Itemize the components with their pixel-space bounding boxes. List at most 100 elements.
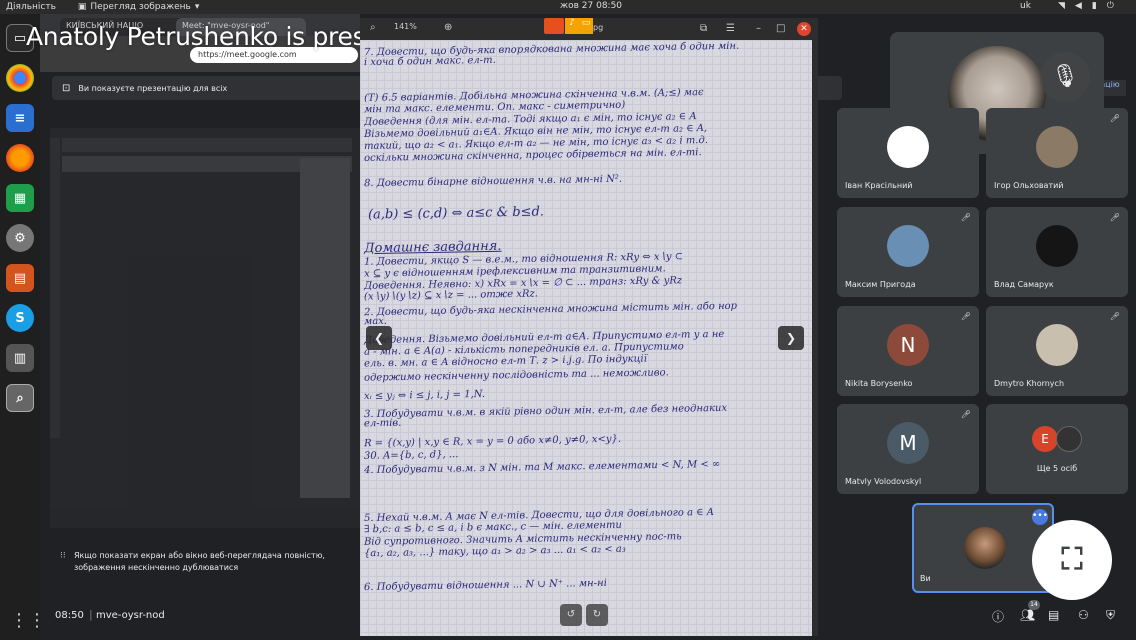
participant-name: Влад Самарук [994, 280, 1054, 289]
app-menu-label: Перегляд зображень [90, 2, 191, 12]
mic-off-icon[interactable]: 🎙︎ [1040, 52, 1090, 102]
meeting-bottom-bar: 08:50 | mve-oysr-nod ⓘ 👥︎ 14 ▤ ⚇ ⛨ [40, 600, 1136, 634]
mirror-image [300, 158, 350, 498]
people-count-badge: 14 [1028, 600, 1040, 610]
power-icon: ⏻ [1106, 1, 1114, 11]
next-image-button[interactable]: ❯ [778, 326, 804, 350]
handwritten-line: xᵢ ≤ yⱼ ⇔ i ≤ j, i, j = 1,N. [363, 388, 486, 403]
mic-off-icon: 🎤︎ [1109, 213, 1120, 222]
minimize-icon[interactable]: – [756, 23, 761, 34]
system-tray[interactable]: ◥ ◀ ▮ ⏻ [1058, 1, 1114, 11]
previous-image-button[interactable]: ❮ [366, 326, 392, 350]
volume-icon: ◀ [1074, 1, 1082, 11]
clock[interactable]: жов 27 08:50 [560, 1, 622, 11]
participant-name: Ігор Ольховатий [994, 181, 1064, 190]
participant-tile[interactable]: M 🎤︎ Matvly Volodovskyl [837, 404, 979, 494]
keyboard-layout[interactable]: uk [1020, 1, 1031, 11]
firefox-icon[interactable] [6, 144, 34, 172]
image-viewer-window: ⌕ 141% ⊕ ♪ ▭ pg ⧉ ☰ – □ ✕ 7. Довести, що… [360, 18, 818, 636]
avatar [1036, 126, 1078, 168]
separator: | [89, 608, 93, 621]
more-participants-label: Ще 5 осіб [1036, 464, 1078, 473]
meeting-code: mve-oysr-nod [96, 610, 165, 621]
share-notice-text: Якщо показати екран або вікно веб-перегл… [74, 551, 325, 572]
participant-name: Максим Пригода [845, 280, 916, 289]
app-menu[interactable]: ▣ Перегляд зображень ▾ [78, 2, 199, 12]
chat-icon[interactable]: ▤ [1048, 608, 1059, 622]
zoom-level[interactable]: 141% [394, 22, 417, 31]
writer-icon[interactable]: ≡ [6, 104, 34, 132]
chrome-icon[interactable] [6, 64, 34, 92]
mic-off-icon: 🎤︎ [1109, 114, 1120, 123]
activities-icon[interactable]: ⚇ [1078, 608, 1089, 622]
participant-tile[interactable]: 🎤︎ Максим Пригода [837, 207, 979, 297]
avatar [1056, 426, 1082, 452]
participant-tile[interactable]: N 🎤︎ Nikita Borysenko [837, 306, 979, 396]
exit-fullscreen-icon[interactable]: ⛶ [1032, 520, 1112, 600]
firefox-share-icon [544, 18, 564, 34]
zoom-in-icon[interactable]: ⊕ [444, 22, 452, 33]
avatar [887, 126, 929, 168]
participant-name: Іван Красільний [845, 181, 913, 190]
dock: ▭ ≡ ▦ ⚙ ▤ S ▥ ⌕ ⋮⋮ [0, 14, 46, 640]
microphone-share-icon: ♪ [565, 18, 579, 34]
banner-text: Ви показуєте презентацію для всіх [78, 83, 228, 93]
participant-name: Matvly Volodovskyl [845, 477, 922, 486]
meeting-time: 08:50 [55, 610, 84, 621]
document-viewer-icon[interactable]: ▥ [6, 344, 34, 372]
activities-button[interactable]: Діяльність [6, 2, 56, 12]
mic-off-icon: 🎤︎ [960, 213, 971, 222]
search-icon[interactable]: ⌕ [370, 22, 376, 33]
participant-tile[interactable]: Іван Красільний [837, 108, 979, 198]
viewer-header: ⌕ 141% ⊕ ♪ ▭ pg ⧉ ☰ – □ ✕ [360, 18, 818, 40]
participant-tile[interactable]: 🎤︎ Влад Самарук [986, 207, 1128, 297]
avatar [1036, 324, 1078, 366]
participant-tile[interactable]: 🎤︎ Ігор Ольховатий [986, 108, 1128, 198]
handwritten-page: 7. Довести, що будь-яка впорядкована мно… [360, 40, 812, 636]
file-name: pg [593, 23, 604, 32]
skype-icon[interactable]: S [6, 304, 34, 332]
avatar [964, 527, 1006, 569]
handwritten-line: Домашнє завдання. [363, 238, 502, 257]
avatar: M [887, 422, 929, 464]
handwritten-line: ел-тів. [363, 417, 402, 430]
mic-off-icon: 🎤︎ [960, 410, 971, 419]
info-icon[interactable]: ⓘ [992, 608, 1004, 625]
close-icon[interactable]: ✕ [797, 22, 811, 36]
people-icon[interactable]: 👥︎ [1020, 608, 1035, 622]
avatar: E [1032, 426, 1058, 452]
system-top-bar: Діяльність ▣ Перегляд зображень ▾ жов 27 0… [0, 0, 1136, 14]
calc-icon[interactable]: ▦ [6, 184, 34, 212]
present-icon: ⊡ [62, 82, 71, 94]
my-label: Ви [920, 574, 931, 583]
more-participants-tile[interactable]: E Ще 5 осіб [986, 404, 1128, 494]
menu-icon[interactable]: ☰ [726, 23, 735, 34]
handwritten-line: і хоча б один макс. ел-т. [363, 54, 496, 69]
more-options-icon[interactable]: ••• [1032, 509, 1048, 525]
handwritten-line: 30. A={b, c, d}, ... [363, 449, 459, 462]
mirror-dock [50, 138, 60, 438]
gallery-icon[interactable]: ⧉ [700, 23, 707, 34]
share-notice: ⁝⁝ Якщо показати екран або вікно веб-пер… [60, 550, 370, 574]
settings-icon[interactable]: ⚙ [6, 224, 34, 252]
maximize-icon[interactable]: □ [776, 23, 785, 34]
image-viewer-app-icon: ▣ [77, 2, 87, 12]
battery-icon: ▮ [1091, 1, 1097, 11]
security-icon[interactable]: ⛨ [1106, 608, 1115, 623]
mirror-tabs [62, 138, 352, 152]
chevron-down-icon: ▾ [194, 2, 200, 12]
avatar: N [887, 324, 929, 366]
avatar [1036, 225, 1078, 267]
participant-tile[interactable]: 🎤︎ Dmytro Khornych [986, 306, 1128, 396]
drag-handle-icon[interactable]: ⁝⁝ [60, 550, 66, 562]
mic-off-icon: 🎤︎ [1109, 312, 1120, 321]
impress-icon[interactable]: ▤ [6, 264, 34, 292]
mic-off-icon: 🎤︎ [960, 312, 971, 321]
participant-name: Dmytro Khornych [994, 379, 1065, 388]
participant-name: Nikita Borysenko [845, 379, 913, 388]
screen-mirror [50, 128, 362, 528]
image-viewer-icon[interactable]: ⌕ [6, 384, 34, 412]
avatar [887, 225, 929, 267]
screen-share-icon: ▭ [579, 18, 593, 34]
handwritten-line: (a,b) ≤ (c,d) ⇔ a≤c & b≤d. [367, 204, 545, 223]
